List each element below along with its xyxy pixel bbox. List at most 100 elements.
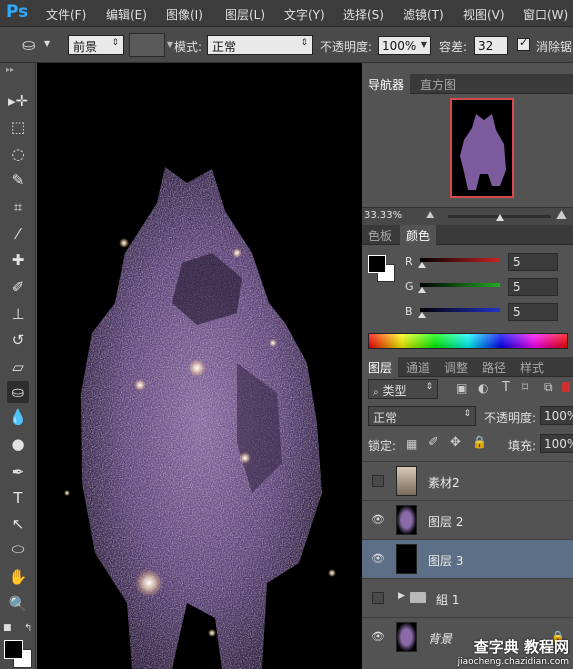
zoom-tool-icon[interactable]: 🔍 [7, 593, 29, 615]
tab-channels[interactable]: 通道 [400, 357, 436, 377]
zoom-in-icon[interactable]: ⛰ [556, 208, 567, 223]
tab-adjustments[interactable]: 调整 [438, 357, 474, 377]
blend-mode-dropdown[interactable]: 正常 ⇕ [368, 406, 476, 426]
menu-window[interactable]: 窗口(W) [523, 6, 568, 23]
filter-type-icon[interactable]: T [502, 380, 510, 395]
marquee-tool-icon[interactable]: ⬚ [7, 116, 29, 138]
zoom-out-icon[interactable]: ⛰ [426, 210, 434, 221]
slider-g[interactable]: G5 [405, 278, 565, 300]
layer-row[interactable]: 素材2 [362, 461, 573, 500]
quick-select-tool-icon[interactable]: ✎ [7, 169, 29, 191]
filter-shape-icon[interactable]: ⌑ [522, 380, 528, 394]
default-colors-icon[interactable]: ■ [3, 623, 12, 633]
menu-type[interactable]: 文字(Y) [284, 6, 325, 23]
slider-value-field[interactable]: 5 [508, 253, 558, 271]
paint-bucket-preset-icon[interactable]: ⛀ [22, 35, 35, 54]
slider-b[interactable]: B5 [405, 303, 565, 325]
crop-tool-icon[interactable]: ⌗ [7, 196, 29, 218]
tab-color[interactable]: 颜色 [400, 225, 437, 245]
menu-bar: Ps 文件(F) 编辑(E) 图像(I) 图层(L) 文字(Y) 选择(S) 滤… [0, 0, 573, 27]
tab-histogram[interactable]: 直方图 [414, 74, 462, 94]
navigator-thumbnail[interactable] [450, 98, 514, 198]
menu-layer[interactable]: 图层(L) [225, 6, 265, 23]
tab-layers[interactable]: 图层 [362, 357, 399, 377]
opacity-field[interactable]: 100% ▼ [378, 36, 431, 55]
lock-pixels-icon[interactable]: ✐ [428, 435, 439, 450]
menu-filter[interactable]: 滤镜(T) [403, 6, 444, 23]
layer-filter-dropdown[interactable]: ⌕ 类型 ⇕ [368, 379, 438, 399]
slider-thumb[interactable] [417, 287, 426, 293]
galaxy-cat-artwork [64, 167, 336, 669]
slider-track[interactable] [420, 308, 500, 312]
tolerance-field[interactable]: 32 [474, 36, 508, 55]
layer-opacity-field[interactable]: 100% [540, 406, 573, 425]
foreground-color-swatch[interactable] [4, 640, 23, 659]
mode-dropdown[interactable]: 正常 ⇕ [207, 35, 313, 55]
slider-track[interactable] [420, 283, 500, 287]
antialias-checkbox[interactable]: ✓ [517, 36, 530, 51]
checkmark-icon: ✓ [519, 36, 529, 49]
tab-styles[interactable]: 样式 [514, 357, 550, 377]
menu-select[interactable]: 选择(S) [343, 6, 384, 23]
filter-smart-object-icon[interactable]: ⧉ [544, 380, 553, 395]
swap-colors-icon[interactable]: ↰ [24, 623, 32, 634]
layer-row[interactable]: ▶ 組 1 [362, 578, 573, 617]
slider-r[interactable]: R5 [405, 253, 565, 275]
pen-tool-icon[interactable]: ✒ [7, 461, 29, 483]
collapse-toolbox-icon[interactable]: ▸▸ [6, 65, 14, 74]
eye-icon[interactable]: 👁 [371, 630, 385, 644]
tab-navigator[interactable]: 导航器 [362, 74, 411, 94]
hand-tool-icon[interactable]: ✋ [7, 566, 29, 588]
blur-tool-icon[interactable]: 💧 [7, 406, 29, 428]
layer-opacity-value: 100% [544, 409, 573, 423]
filter-pixel-icon[interactable]: ▣ [456, 381, 467, 395]
dodge-tool-icon[interactable]: ● [7, 433, 29, 455]
slider-value-field[interactable]: 5 [508, 303, 558, 321]
eraser-tool-icon[interactable]: ▱ [7, 356, 29, 378]
visibility-toggle[interactable] [372, 592, 384, 604]
lock-all-icon[interactable]: 🔒 [472, 435, 487, 449]
healing-brush-tool-icon[interactable]: ✚ [7, 249, 29, 271]
fill-source-dropdown[interactable]: 前景 ⇕ [68, 35, 124, 55]
fill-field[interactable]: 100% [540, 434, 573, 453]
slider-thumb[interactable] [417, 312, 426, 318]
eye-icon[interactable]: 👁 [371, 552, 385, 566]
zoom-percent[interactable]: 33.33% [364, 210, 402, 221]
color-spectrum-bar[interactable] [368, 333, 568, 349]
slider-track[interactable] [420, 258, 500, 262]
filter-toggle-icon[interactable] [562, 382, 570, 392]
lock-transparency-icon[interactable]: ▦ [406, 437, 417, 451]
layer-row[interactable]: 👁 图层 2 [362, 500, 573, 539]
path-select-tool-icon[interactable]: ↖ [7, 513, 29, 535]
move-tool-icon[interactable]: ▸✛ [7, 90, 29, 112]
ellipse-tool-icon[interactable]: ⬭ [7, 538, 29, 560]
filter-adjustment-icon[interactable]: ◐ [478, 381, 488, 395]
pattern-picker[interactable]: ▼ [129, 33, 173, 57]
eye-icon[interactable]: 👁 [371, 513, 385, 527]
type-tool-icon[interactable]: T [7, 487, 29, 509]
menu-image[interactable]: 图像(I) [166, 6, 203, 23]
tab-swatches[interactable]: 色板 [362, 225, 398, 245]
eyedropper-tool-icon[interactable]: ⁄ [7, 223, 29, 245]
menu-view[interactable]: 视图(V) [463, 6, 505, 23]
document-canvas[interactable] [37, 63, 362, 669]
zoom-slider-thumb[interactable] [495, 214, 504, 221]
menu-edit[interactable]: 编辑(E) [106, 6, 147, 23]
brush-tool-icon[interactable]: ✐ [7, 276, 29, 298]
slider-value-field[interactable]: 5 [508, 278, 558, 296]
expand-arrow-icon[interactable]: ▶ [398, 591, 405, 601]
paint-bucket-tool-icon[interactable]: ⛀ [7, 381, 29, 403]
lock-position-icon[interactable]: ✥ [450, 435, 461, 450]
chevron-down-icon[interactable]: ▼ [421, 40, 427, 49]
visibility-toggle[interactable] [372, 475, 384, 487]
menu-file[interactable]: 文件(F) [46, 6, 86, 23]
chevron-down-icon[interactable]: ▼ [44, 39, 50, 48]
lasso-tool-icon[interactable]: ◌ [7, 143, 29, 165]
slider-thumb[interactable] [417, 262, 426, 268]
tab-paths[interactable]: 路径 [476, 357, 512, 377]
layer-row[interactable]: 👁 图层 3 [362, 539, 573, 578]
clone-stamp-tool-icon[interactable]: ⊥ [7, 303, 29, 325]
history-brush-tool-icon[interactable]: ↺ [7, 329, 29, 351]
panel-fg-color[interactable] [368, 255, 386, 273]
layer-name: 素材2 [428, 476, 460, 490]
